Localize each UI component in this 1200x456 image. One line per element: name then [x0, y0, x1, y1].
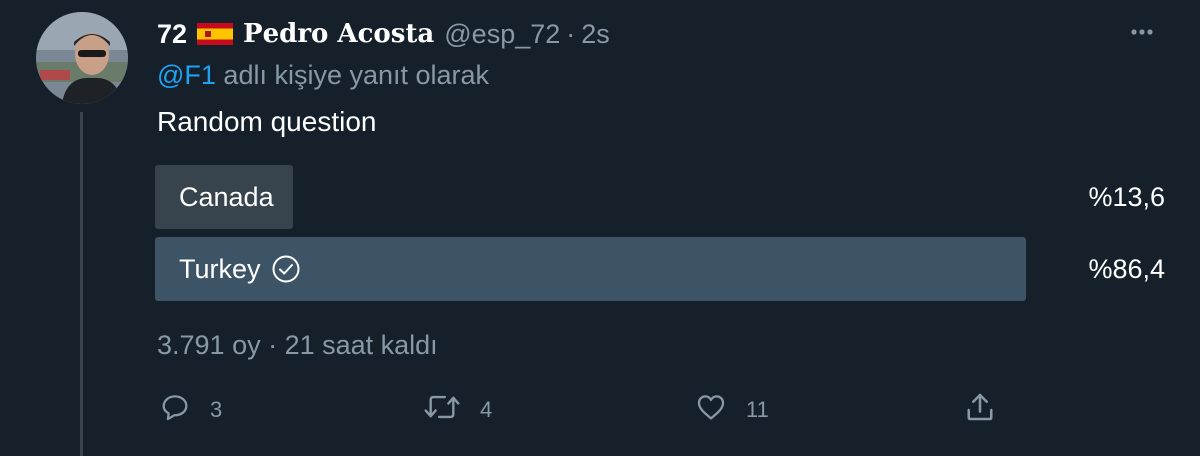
- more-options-button[interactable]: [1122, 18, 1162, 46]
- like-count: 11: [746, 397, 769, 422]
- share-icon: [962, 389, 998, 431]
- timestamp[interactable]: 2s: [581, 19, 610, 50]
- poll-meta: 3.791 oy · 21 saat kaldı: [157, 330, 438, 360]
- retweet-count: 4: [480, 397, 493, 422]
- display-name-text: 𝐏𝐞𝐝𝐫𝐨 𝐀𝐜𝐨𝐬𝐭𝐚: [243, 19, 435, 49]
- like-button[interactable]: 11: [694, 390, 769, 430]
- avatar[interactable]: [36, 12, 128, 104]
- check-circle-icon: [271, 254, 301, 284]
- poll-option-percent: %13,6: [1088, 181, 1165, 212]
- reply-icon: [158, 390, 192, 430]
- reply-context-text: adlı kişiye yanıt olarak: [215, 60, 490, 90]
- retweet-icon: [422, 390, 462, 430]
- reply-button[interactable]: 3: [158, 390, 222, 430]
- retweet-button[interactable]: 4: [422, 390, 492, 430]
- poll-option-label-wrap: Turkey: [179, 237, 301, 301]
- poll-option-label: Canada: [179, 181, 274, 212]
- reply-count: 3: [210, 397, 223, 422]
- thread-line: [80, 112, 83, 456]
- display-name-prefix: 72: [157, 18, 188, 49]
- user-handle[interactable]: @esp_72: [444, 19, 560, 50]
- more-horizontal-icon: [1130, 23, 1154, 41]
- poll-option-percent: %86,4: [1088, 253, 1165, 284]
- tweet-text: Random question: [157, 106, 377, 137]
- spain-flag-icon: [197, 23, 234, 45]
- heart-icon: [694, 390, 728, 430]
- poll-option: Canada %13,6: [155, 165, 1165, 229]
- share-button[interactable]: [962, 390, 998, 430]
- reply-mention-link[interactable]: @F1: [157, 60, 216, 90]
- tweet-header: 72 𝐏𝐞𝐝𝐫𝐨 𝐀𝐜𝐨𝐬𝐭𝐚 @esp_72 · 2s: [157, 14, 610, 54]
- poll-option: Turkey %86,4: [155, 237, 1165, 301]
- reply-context: @F1 adlı kişiye yanıt olarak: [157, 60, 489, 91]
- display-name[interactable]: 72 𝐏𝐞𝐝𝐫𝐨 𝐀𝐜𝐨𝐬𝐭𝐚: [157, 19, 434, 50]
- poll-option-label: Turkey: [179, 253, 261, 284]
- separator-dot: ·: [566, 18, 576, 49]
